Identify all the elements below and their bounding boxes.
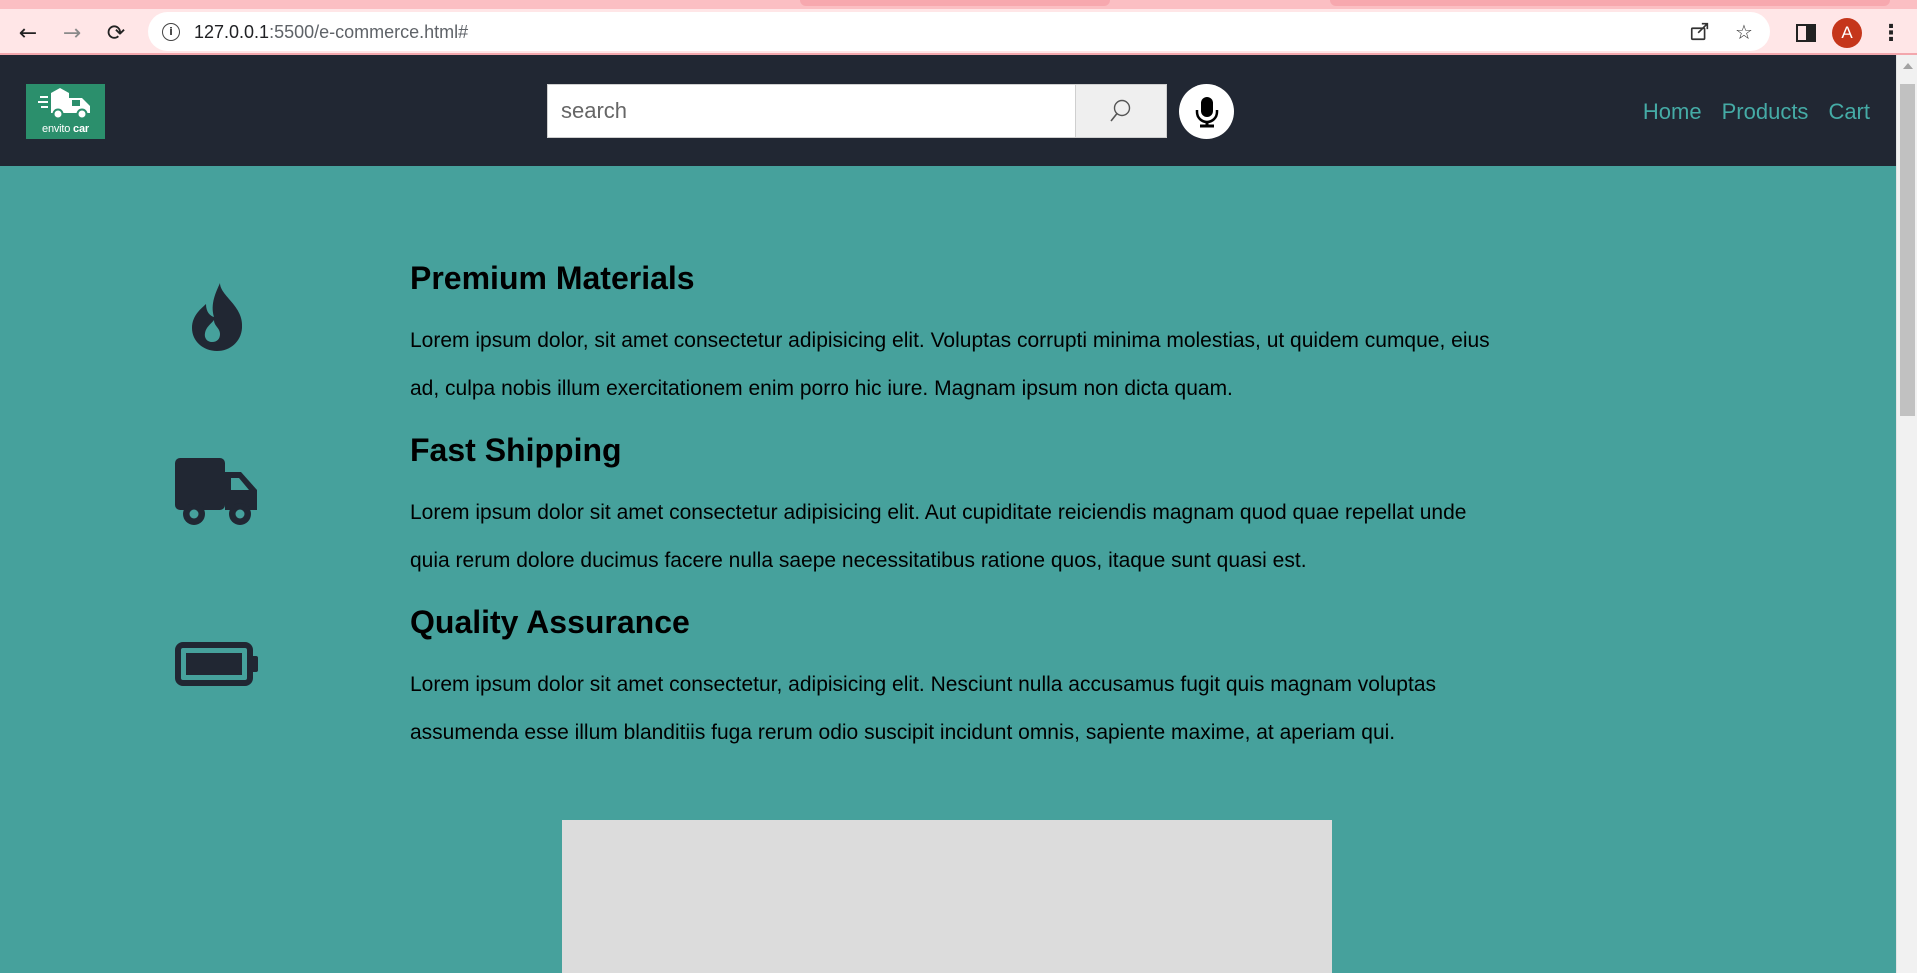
browser-tab-edge bbox=[800, 0, 1110, 6]
address-url[interactable]: 127.0.0.1:5500/e-commerce.html# bbox=[194, 22, 468, 43]
battery-icon bbox=[175, 622, 259, 706]
nav-link-products[interactable]: Products bbox=[1722, 99, 1809, 125]
feature-title: Premium Materials bbox=[410, 260, 695, 296]
search-icon bbox=[1110, 99, 1131, 122]
back-arrow-icon[interactable]: ← bbox=[11, 16, 45, 50]
bookmark-star-icon[interactable]: ☆ bbox=[1732, 20, 1756, 44]
profile-avatar[interactable]: A bbox=[1829, 15, 1865, 51]
site-info-icon[interactable]: i bbox=[162, 23, 180, 41]
nav-link-home[interactable]: Home bbox=[1643, 99, 1702, 125]
forward-arrow-icon[interactable]: → bbox=[55, 16, 89, 50]
truck-logo-icon bbox=[38, 88, 90, 120]
microphone-icon bbox=[1195, 96, 1218, 127]
logo-text-bold: car bbox=[73, 123, 89, 135]
feature-description: Lorem ipsum dolor, sit amet consectetur … bbox=[410, 329, 1490, 400]
content-placeholder bbox=[562, 820, 1332, 973]
feature-title: Quality Assurance bbox=[410, 604, 690, 640]
feature-title: Fast Shipping bbox=[410, 432, 622, 468]
url-host: 127.0.0.1 bbox=[194, 22, 270, 42]
fire-icon bbox=[175, 275, 259, 359]
nav-link-cart[interactable]: Cart bbox=[1828, 99, 1870, 125]
browser-tab-edge bbox=[1330, 0, 1890, 6]
reload-icon[interactable]: ⟳ bbox=[99, 16, 133, 50]
envito-car-logo[interactable]: envito car bbox=[26, 84, 105, 139]
scroll-up-arrow-icon[interactable] bbox=[1903, 63, 1913, 69]
site-header: envito car Home Products Cart bbox=[0, 55, 1896, 166]
logo-text: envito car bbox=[26, 123, 105, 135]
truck-icon bbox=[175, 450, 259, 534]
feature-description: Lorem ipsum dolor sit amet consectetur, … bbox=[410, 673, 1436, 744]
side-panel-icon[interactable] bbox=[1788, 15, 1824, 51]
feature-description: Lorem ipsum dolor sit amet consectetur a… bbox=[410, 501, 1467, 572]
search-input[interactable] bbox=[547, 84, 1076, 138]
voice-search-button[interactable] bbox=[1179, 84, 1234, 139]
avatar: A bbox=[1832, 18, 1862, 48]
url-path: :5500/e-commerce.html# bbox=[269, 22, 469, 42]
search-form bbox=[547, 84, 1167, 138]
page-scrollbar[interactable] bbox=[1896, 55, 1917, 973]
scrollbar-thumb[interactable] bbox=[1900, 84, 1915, 416]
address-bar[interactable]: i 127.0.0.1:5500/e-commerce.html# ☆ bbox=[148, 12, 1770, 51]
search-button[interactable] bbox=[1076, 84, 1167, 138]
logo-text-light: envito bbox=[42, 123, 71, 135]
browser-toolbar: ← → ⟳ i 127.0.0.1:5500/e-commerce.html# … bbox=[0, 0, 1917, 55]
share-icon[interactable] bbox=[1688, 20, 1712, 44]
browser-menu-icon[interactable]: ⋮ bbox=[1873, 15, 1909, 51]
main-nav: Home Products Cart bbox=[1643, 99, 1870, 125]
